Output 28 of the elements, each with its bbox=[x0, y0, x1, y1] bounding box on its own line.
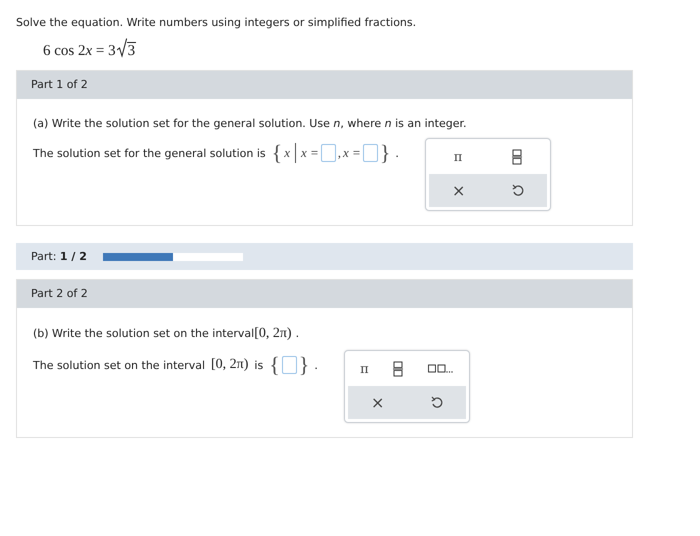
interval-text: [0, 2π) bbox=[254, 326, 292, 341]
brace-text: } bbox=[380, 142, 390, 164]
radicand-text: 3 bbox=[126, 42, 136, 59]
answer-lead-text: The solution set for the general solution is bbox=[33, 146, 266, 160]
clear-button[interactable]: × bbox=[450, 179, 468, 202]
pi-key[interactable]: π bbox=[358, 360, 371, 378]
instruction-text: Solve the equation. Write numbers using integers or simplified fractions. bbox=[16, 16, 418, 29]
part-header: Part 2 of 2 bbox=[31, 287, 88, 300]
interval-text: [0, 2π) bbox=[211, 357, 248, 373]
question-prompt: (b) Write the solution set on the interval bbox=[33, 327, 254, 340]
brace-text: } bbox=[298, 354, 310, 376]
period-text: . bbox=[395, 146, 399, 160]
pi-key[interactable]: π bbox=[452, 148, 464, 166]
question-prompt: (a) Write the solution set for the general solution. Use n, where n is an integer. bbox=[33, 117, 466, 130]
math-text: , bbox=[338, 145, 342, 161]
prompt-period: . bbox=[296, 327, 300, 340]
brace-text: { bbox=[269, 354, 280, 376]
math-text: x bbox=[284, 145, 290, 161]
answer-lead-text: is bbox=[254, 358, 264, 372]
brace-text: { bbox=[272, 142, 282, 164]
equation-text: 6 cos 2x = 3 bbox=[43, 43, 116, 60]
part-header: Part 1 of 2 bbox=[31, 78, 88, 91]
answer-lead-text: The solution set on the interval bbox=[33, 358, 206, 372]
progress-label: Part: 1 / 2 bbox=[31, 250, 87, 263]
math-text: x = bbox=[300, 145, 319, 161]
math-text: x = bbox=[343, 145, 361, 161]
period-text: . bbox=[314, 358, 318, 372]
clear-button[interactable]: × bbox=[368, 391, 386, 414]
